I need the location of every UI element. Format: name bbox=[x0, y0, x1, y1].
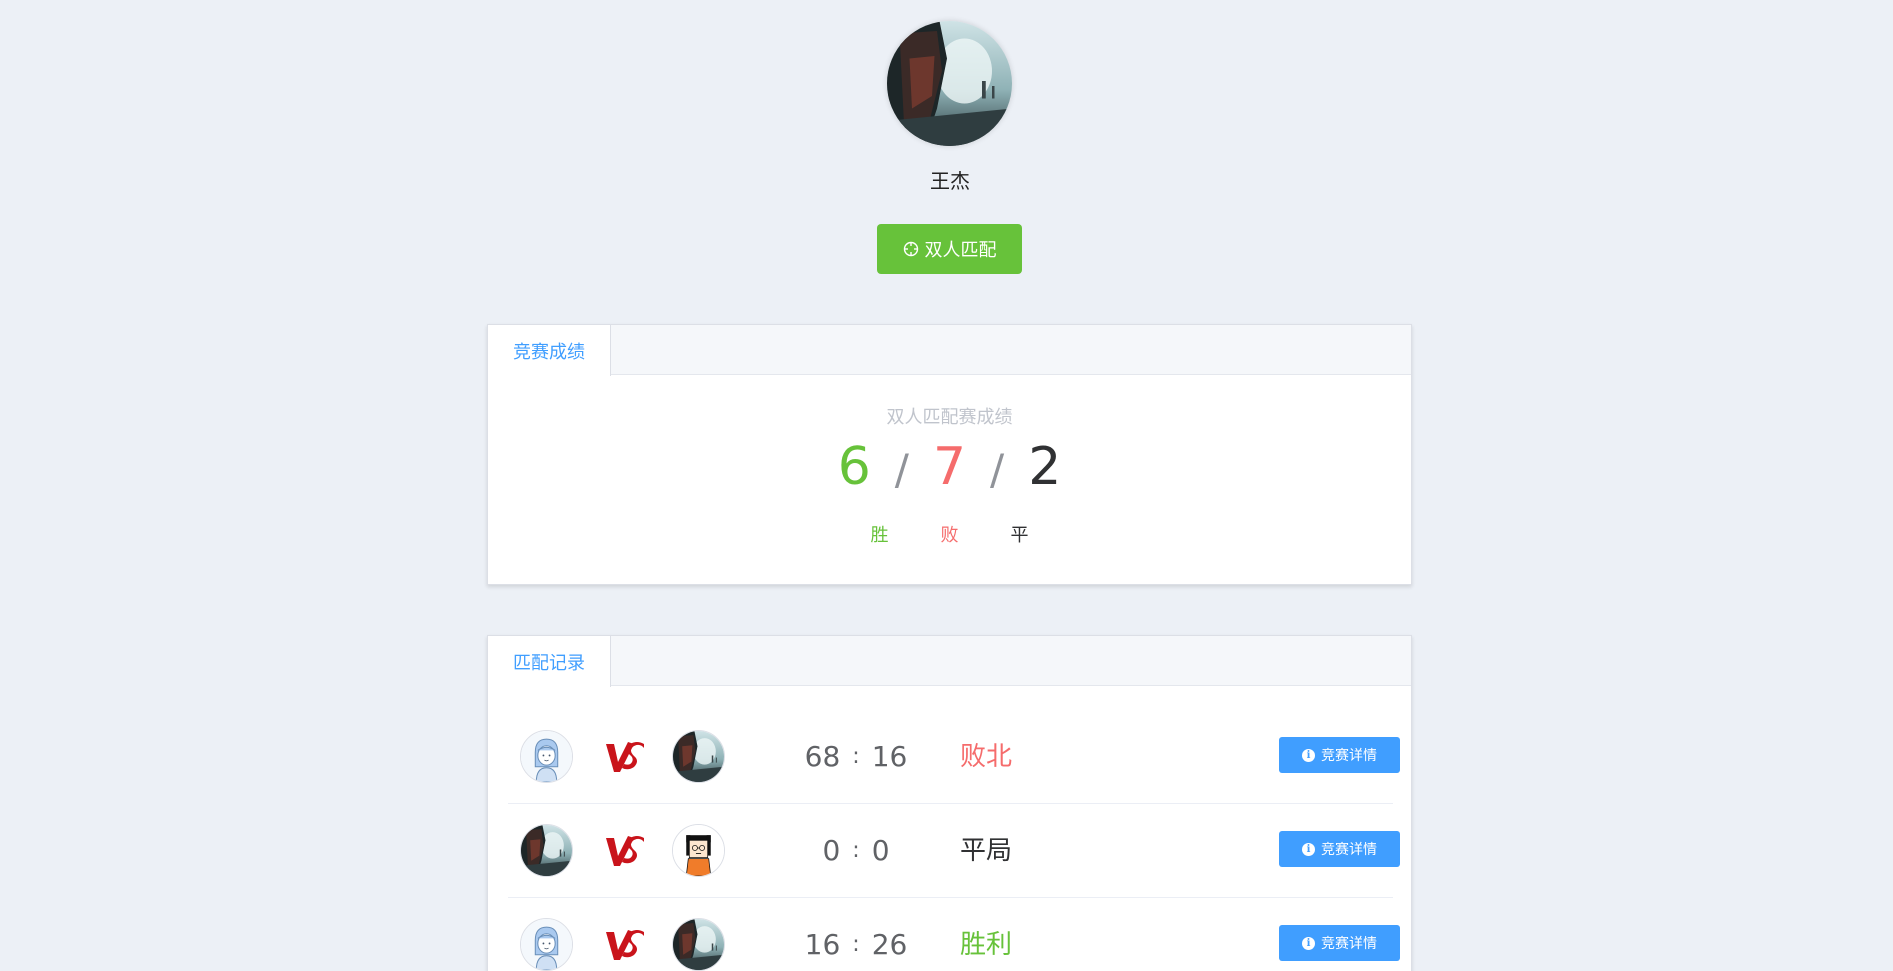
player-b-avatar[interactable] bbox=[672, 918, 725, 971]
match-detail-button[interactable]: i 竞赛详情 bbox=[1279, 831, 1400, 867]
girl-avatar-image bbox=[521, 919, 572, 970]
score-colon: : bbox=[852, 931, 860, 957]
match-row: 16 : 26 胜利 i 竞赛详情 bbox=[508, 898, 1400, 971]
tab-competition-results[interactable]: 竞赛成绩 bbox=[488, 325, 611, 376]
stats-label-row: 胜 败 平 bbox=[488, 521, 1411, 547]
player-b-avatar[interactable] bbox=[672, 730, 725, 783]
info-icon: i bbox=[1302, 936, 1315, 950]
separator: / bbox=[990, 445, 1005, 494]
match-row: 68 : 16 败北 i 竞赛详情 bbox=[508, 710, 1400, 804]
match-score: 16 : 26 bbox=[776, 922, 936, 966]
wins-label: 胜 bbox=[870, 525, 889, 546]
draws-label: 平 bbox=[1010, 525, 1029, 546]
stats-card-header: 竞赛成绩 bbox=[488, 325, 1411, 376]
match-score: 68 : 16 bbox=[776, 734, 936, 778]
score-b: 0 bbox=[871, 833, 890, 867]
match-detail-label: 竞赛详情 bbox=[1321, 842, 1377, 858]
page: 王杰 双人匹配 竞赛成绩 双人匹配赛成绩 6 / 7 / 2 胜 败 平 匹配记… bbox=[0, 0, 1893, 971]
match-history-card: 匹配记录 68 : 16 败北 i 竞赛详情 0 : 0 平局 i 竞赛详情 1… bbox=[487, 635, 1412, 971]
player-a-avatar[interactable] bbox=[520, 824, 573, 877]
vs-icon bbox=[604, 928, 646, 962]
score-b: 26 bbox=[871, 927, 908, 961]
match-detail-button[interactable]: i 竞赛详情 bbox=[1279, 925, 1400, 961]
username: 王杰 bbox=[930, 169, 970, 193]
player-b-avatar[interactable] bbox=[672, 824, 725, 877]
score-b: 16 bbox=[871, 739, 908, 773]
cartoon-avatar-image bbox=[673, 825, 724, 876]
match-result: 平局 bbox=[960, 836, 1013, 866]
info-icon: i bbox=[1302, 842, 1315, 856]
score-a: 0 bbox=[822, 833, 841, 867]
history-card-header: 匹配记录 bbox=[488, 636, 1411, 687]
wins-count: 6 bbox=[837, 437, 871, 497]
profile-avatar[interactable] bbox=[887, 21, 1012, 146]
vs-icon bbox=[604, 740, 646, 774]
match-detail-label: 竞赛详情 bbox=[1321, 748, 1377, 764]
stats-title: 双人匹配赛成绩 bbox=[886, 407, 1013, 428]
separator: / bbox=[894, 445, 909, 494]
info-icon: i bbox=[1302, 748, 1315, 762]
landscape-avatar-image bbox=[673, 731, 724, 782]
tab-match-history[interactable]: 匹配记录 bbox=[488, 636, 611, 687]
score-a: 16 bbox=[804, 927, 841, 961]
match-detail-button[interactable]: i 竞赛详情 bbox=[1279, 737, 1400, 773]
losses-label: 败 bbox=[940, 525, 959, 546]
landscape-avatar-image bbox=[887, 21, 1012, 146]
double-match-label: 双人匹配 bbox=[924, 240, 997, 261]
stats-card: 竞赛成绩 双人匹配赛成绩 6 / 7 / 2 胜 败 平 bbox=[487, 324, 1412, 585]
losses-count: 7 bbox=[932, 437, 967, 497]
score-colon: : bbox=[852, 743, 860, 769]
double-match-button[interactable]: 双人匹配 bbox=[877, 224, 1022, 274]
draws-count: 2 bbox=[1028, 437, 1062, 497]
score-colon: : bbox=[852, 837, 860, 863]
landscape-avatar-image bbox=[673, 919, 724, 970]
match-result: 胜利 bbox=[960, 930, 1013, 960]
crosshair-icon bbox=[903, 241, 918, 257]
stats-score-row: 6 / 7 / 2 bbox=[488, 437, 1411, 497]
landscape-avatar-image bbox=[521, 825, 572, 876]
match-result: 败北 bbox=[960, 742, 1013, 772]
girl-avatar-image bbox=[521, 731, 572, 782]
match-score: 0 : 0 bbox=[776, 828, 936, 872]
vs-icon bbox=[604, 834, 646, 868]
score-a: 68 bbox=[804, 739, 841, 773]
match-detail-label: 竞赛详情 bbox=[1321, 936, 1377, 952]
match-row: 0 : 0 平局 i 竞赛详情 bbox=[508, 804, 1400, 898]
player-a-avatar[interactable] bbox=[520, 730, 573, 783]
player-a-avatar[interactable] bbox=[520, 918, 573, 971]
